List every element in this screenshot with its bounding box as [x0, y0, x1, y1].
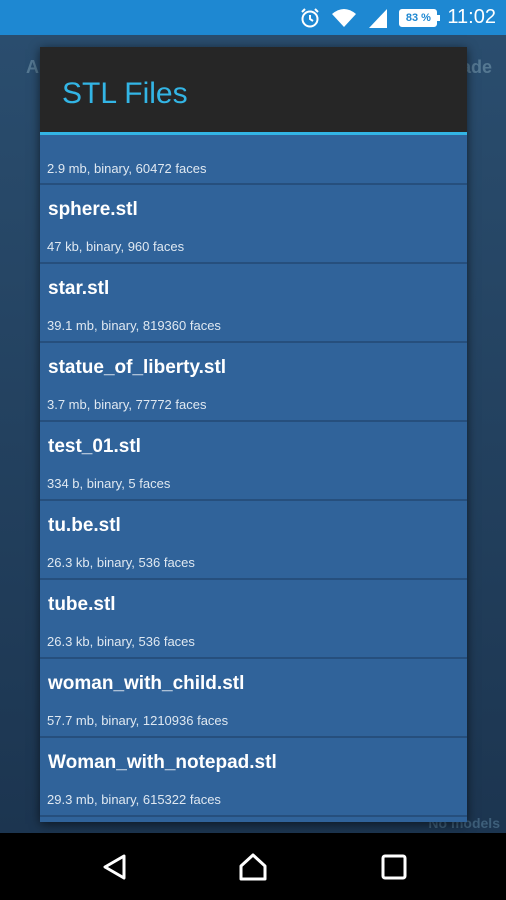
list-item[interactable]: tube.stl 26.3 kb, binary, 536 faces [40, 580, 467, 659]
file-meta: 26.3 kb, binary, 536 faces [47, 555, 195, 570]
status-bar: 83 % 11:02 [0, 0, 506, 35]
file-name: tube.stl [48, 594, 116, 615]
list-item[interactable]: sphere.stl 47 kb, binary, 960 faces [40, 185, 467, 264]
clock: 11:02 [447, 6, 496, 28]
file-name: sphere.stl [48, 199, 138, 220]
file-meta: 39.1 mb, binary, 819360 faces [47, 318, 221, 333]
file-name: Woman_with_notepad.stl [48, 752, 277, 773]
file-name: star.stl [48, 278, 110, 299]
file-meta: 2.9 mb, binary, 60472 faces [47, 161, 207, 176]
list-item[interactable]: tu.be.stl 26.3 kb, binary, 536 faces [40, 501, 467, 580]
stl-files-dialog: STL Files 2.9 mb, binary, 60472 faces sp… [40, 47, 467, 822]
list-item[interactable]: star.stl 39.1 mb, binary, 819360 faces [40, 264, 467, 343]
list-item[interactable]: statue_of_liberty.stl 3.7 mb, binary, 77… [40, 343, 467, 422]
list-item[interactable]: test_01.stl 334 b, binary, 5 faces [40, 422, 467, 501]
signal-icon [367, 7, 389, 29]
dialog-title: STL Files [62, 77, 188, 110]
file-meta: 29.3 mb, binary, 615322 faces [47, 792, 221, 807]
file-meta: 57.7 mb, binary, 1210936 faces [47, 713, 229, 728]
file-meta: 26.3 kb, binary, 536 faces [47, 634, 195, 649]
file-name: tu.be.stl [48, 515, 121, 536]
file-meta: 47 kb, binary, 960 faces [47, 239, 185, 254]
list-item[interactable]: Woman_with_notepad.stl 29.3 mb, binary, … [40, 738, 467, 817]
file-meta: 3.7 mb, binary, 77772 faces [47, 397, 207, 412]
dialog-header: STL Files [40, 47, 467, 135]
battery-level: 83 % [399, 8, 441, 27]
file-name: woman_with_child.stl [48, 673, 245, 694]
list-item[interactable]: 2.9 mb, binary, 60472 faces [40, 135, 467, 185]
battery-icon: 83 % [399, 8, 441, 27]
file-list[interactable]: 2.9 mb, binary, 60472 faces sphere.stl 4… [40, 135, 467, 817]
home-icon[interactable] [238, 852, 268, 882]
background-title-left: A [26, 57, 39, 77]
file-meta: 334 b, binary, 5 faces [47, 476, 171, 491]
list-item[interactable]: woman_with_child.stl 57.7 mb, binary, 12… [40, 659, 467, 738]
wifi-icon [331, 7, 357, 29]
file-name: test_01.stl [48, 436, 141, 457]
file-name: statue_of_liberty.stl [48, 357, 227, 378]
recents-icon[interactable] [379, 852, 409, 882]
alarm-icon [299, 7, 321, 29]
navigation-bar [0, 833, 506, 900]
back-icon[interactable] [100, 852, 130, 882]
